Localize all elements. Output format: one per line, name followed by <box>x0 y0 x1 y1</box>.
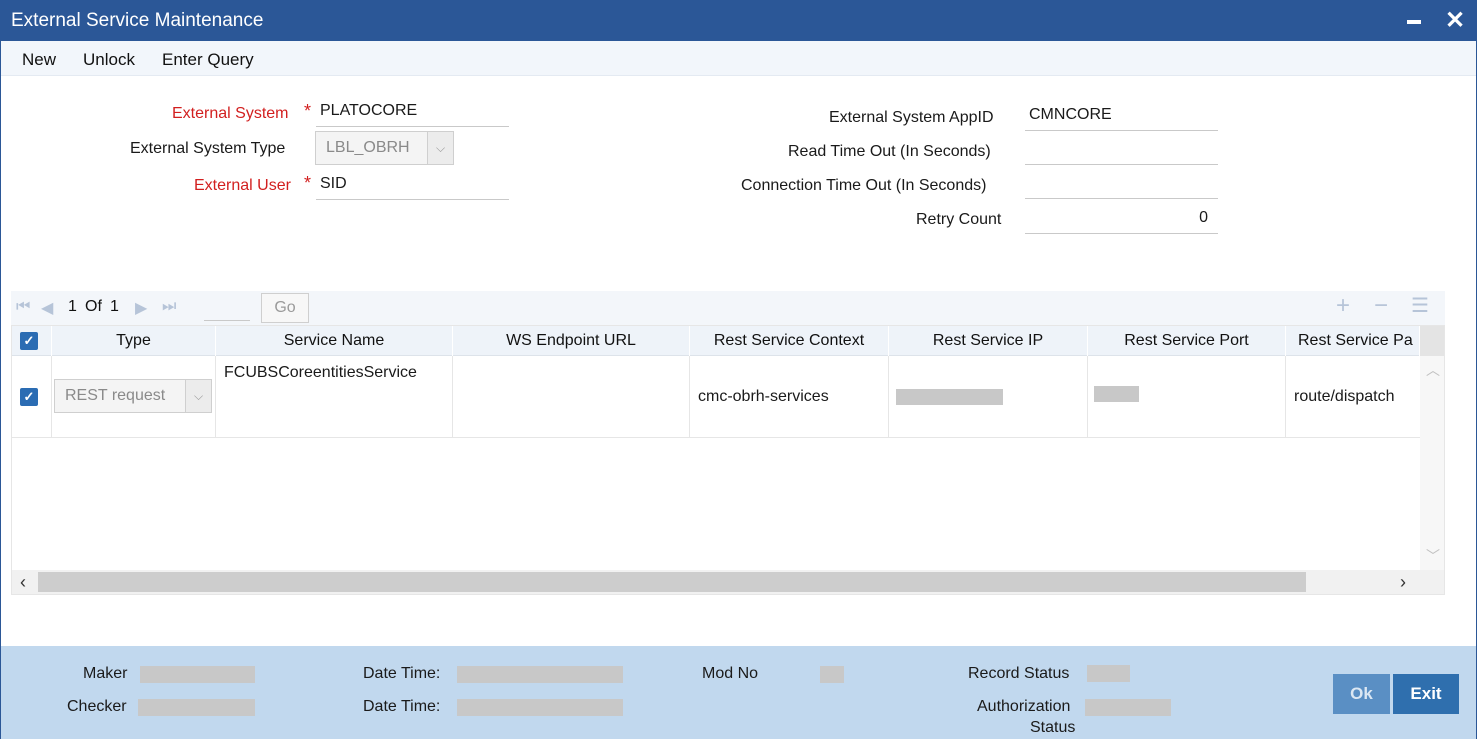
type-cell: REST request ⌵ <box>52 356 216 438</box>
horizontal-scroll-thumb[interactable] <box>38 572 1306 592</box>
horizontal-scrollbar[interactable]: ‹ › <box>12 570 1444 594</box>
external-system-appid-field[interactable]: CMNCORE <box>1025 103 1218 131</box>
previous-page-icon[interactable]: ◀ <box>41 298 53 318</box>
select-all-checkbox[interactable]: ✓ <box>20 332 38 350</box>
checker-date-time-label: Date Time: <box>363 698 441 715</box>
service-name-cell[interactable]: FCUBSCoreentitiesService <box>216 356 453 438</box>
read-time-out-field[interactable] <box>1025 137 1218 165</box>
checker-value <box>138 699 255 716</box>
scroll-right-icon[interactable]: › <box>1400 570 1406 594</box>
type-value: REST request <box>65 387 166 404</box>
table-row: ✓ REST request ⌵ FCUBSCoreentitiesServic… <box>12 356 1420 438</box>
single-view-icon[interactable]: ☰ <box>1411 294 1429 318</box>
masked-value <box>896 389 1003 405</box>
grid-header: ✓ Type Service Name WS Endpoint URL Rest… <box>12 326 1420 356</box>
column-header-type[interactable]: Type <box>52 326 216 356</box>
checker-label: Checker <box>67 698 127 715</box>
mod-no-label: Mod No <box>702 665 759 682</box>
column-header-rest-service-context[interactable]: Rest Service Context <box>690 326 889 356</box>
column-header-rest-service-ip[interactable]: Rest Service IP <box>889 326 1088 356</box>
connection-time-out-label: Connection Time Out (In Seconds) <box>741 177 987 194</box>
external-user-label: External User <box>194 177 291 194</box>
authorization-status-label: Status <box>1030 719 1076 736</box>
title-bar: External Service Maintenance ✕ <box>1 1 1476 41</box>
record-status-value <box>1087 665 1130 682</box>
external-system-type-select: LBL_OBRH ⌵ <box>315 131 454 165</box>
rest-service-path-cell[interactable]: route/dispatch <box>1286 356 1420 438</box>
ok-button[interactable]: Ok <box>1333 674 1390 714</box>
go-button[interactable]: Go <box>261 293 309 323</box>
rest-service-port-cell[interactable] <box>1088 356 1286 438</box>
scroll-up-icon[interactable]: ︿ <box>1426 360 1440 380</box>
column-header-service-name[interactable]: Service Name <box>216 326 453 356</box>
close-icon[interactable]: ✕ <box>1445 7 1465 35</box>
connection-time-out-field[interactable] <box>1025 171 1218 199</box>
maker-label: Maker <box>83 665 128 682</box>
mod-no-value <box>820 666 844 683</box>
retry-count-field[interactable]: 0 <box>1025 206 1218 234</box>
vertical-scrollbar[interactable]: ︿ ﹀ <box>1420 326 1444 570</box>
record-status-label: Record Status <box>968 665 1070 682</box>
toolbar: New Unlock Enter Query <box>1 41 1476 76</box>
first-page-icon[interactable]: ⏮ <box>16 298 30 316</box>
external-system-type-value: LBL_OBRH <box>326 139 410 156</box>
external-system-field[interactable]: PLATOCORE <box>316 99 509 127</box>
external-service-maintenance-window: External Service Maintenance ✕ New Unloc… <box>0 0 1477 739</box>
minimize-icon[interactable] <box>1407 20 1421 24</box>
required-marker: * <box>304 173 312 193</box>
maker-value <box>140 666 255 683</box>
total-pages: 1 <box>110 298 119 315</box>
page-number-input[interactable] <box>204 297 250 321</box>
maker-date-time-value <box>457 666 623 683</box>
rest-service-context-cell[interactable]: cmc-obrh-services <box>690 356 889 438</box>
window-title: External Service Maintenance <box>11 10 264 31</box>
checker-date-time-value <box>457 699 623 716</box>
rest-service-ip-cell[interactable] <box>889 356 1088 438</box>
external-system-label: External System <box>172 105 289 122</box>
authorization-status-value <box>1085 699 1171 716</box>
scroll-left-icon[interactable]: ‹ <box>20 570 26 594</box>
enter-query-button[interactable]: Enter Query <box>162 50 254 70</box>
required-marker: * <box>304 101 312 121</box>
of-label: Of <box>85 298 102 315</box>
masked-value <box>1094 386 1139 402</box>
column-header-ws-endpoint-url[interactable]: WS Endpoint URL <box>453 326 690 356</box>
grid-pager: ⏮ ◀ 1 Of 1 ▶ ⏭ Go + − ☰ <box>11 291 1445 325</box>
last-page-icon[interactable]: ⏭ <box>162 298 176 316</box>
column-header-rest-service-path[interactable]: Rest Service Pa <box>1286 326 1420 356</box>
ws-endpoint-url-cell[interactable] <box>453 356 690 438</box>
retry-count-label: Retry Count <box>916 211 1002 228</box>
exit-button[interactable]: Exit <box>1393 674 1459 714</box>
type-select: REST request ⌵ <box>54 379 212 413</box>
external-system-type-label: External System Type <box>130 140 286 157</box>
authorization-label: Authorization <box>977 698 1071 715</box>
add-row-icon[interactable]: + <box>1336 294 1350 318</box>
column-header-rest-service-port[interactable]: Rest Service Port <box>1088 326 1286 356</box>
row-select-cell: ✓ <box>12 356 52 438</box>
external-user-field[interactable]: SID <box>316 172 509 200</box>
external-system-appid-label: External System AppID <box>829 109 994 126</box>
delete-row-icon[interactable]: − <box>1374 294 1388 318</box>
next-page-icon[interactable]: ▶ <box>135 298 147 318</box>
read-time-out-label: Read Time Out (In Seconds) <box>788 143 991 160</box>
current-page: 1 <box>68 298 77 315</box>
new-button[interactable]: New <box>22 50 56 70</box>
select-all-cell: ✓ <box>12 326 52 356</box>
maker-date-time-label: Date Time: <box>363 665 441 682</box>
chevron-down-icon: ⌵ <box>185 380 211 412</box>
audit-footer: Maker Checker Date Time: Date Time: Mod … <box>1 646 1476 739</box>
scroll-down-icon[interactable]: ﹀ <box>1426 546 1440 566</box>
services-grid: ✓ Type Service Name WS Endpoint URL Rest… <box>11 325 1445 595</box>
row-checkbox[interactable]: ✓ <box>20 388 38 406</box>
chevron-down-icon: ⌵ <box>427 132 453 164</box>
unlock-button[interactable]: Unlock <box>83 50 135 70</box>
vertical-scroll-thumb[interactable] <box>1420 326 1444 356</box>
